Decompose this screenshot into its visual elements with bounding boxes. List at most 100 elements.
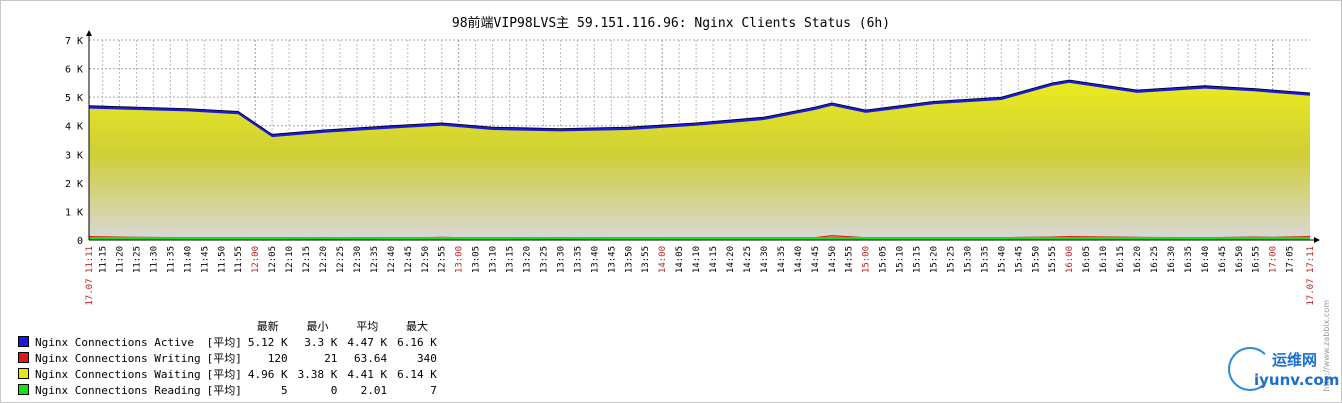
x-axis-arrow-icon [1314, 237, 1320, 243]
x-tick-label: 12:50 [421, 246, 431, 273]
legend-row-reading: Nginx Connections Reading [平均] 5 0 2.01 … [18, 382, 447, 398]
legend-name: Nginx Connections Reading [35, 383, 201, 397]
x-tick-label: 13:40 [590, 246, 600, 273]
legend-func: [平均] [206, 352, 242, 365]
x-tick-label: 12:45 [404, 246, 414, 273]
legend-swatch-waiting [18, 367, 29, 379]
x-tick-label: 13:50 [624, 246, 634, 273]
legend-max: 6.16 K [397, 335, 437, 349]
x-tick-label: 14:05 [675, 246, 685, 273]
y-axis-arrow-icon [86, 30, 92, 36]
legend-min: 3.38 K [297, 367, 338, 381]
x-tick-label: 13:20 [523, 246, 533, 273]
x-start-label: 17.07 11:11 [85, 246, 95, 306]
x-tick-label: 12:10 [285, 246, 295, 273]
x-tick-label: 15:10 [896, 246, 906, 273]
legend-name: Nginx Connections Waiting [35, 367, 201, 381]
legend-avg: 4.41 K [347, 367, 388, 381]
legend-max: 340 [416, 351, 437, 365]
x-tick-label: 15:05 [879, 246, 889, 273]
y-tick-label: 0 [77, 236, 83, 247]
legend-header-row: 最新 最小 平均 最大 [18, 318, 447, 334]
legend-header-max: 最大 [405, 320, 428, 333]
x-tick-label: 15:15 [913, 246, 923, 273]
site-watermark: 运维网 iyunv.com [1226, 343, 1340, 399]
x-tick-label: 16:40 [1201, 246, 1211, 273]
x-tick-label: 14:40 [794, 246, 804, 273]
legend-header-avg: 平均 [356, 320, 379, 333]
x-tick-label: 15:25 [946, 246, 956, 273]
x-tick-label: 14:10 [692, 246, 702, 273]
x-tick-label: 11:20 [116, 246, 126, 273]
x-tick-label: 16:00 [1065, 246, 1075, 273]
y-tick-label: 7 K [65, 36, 83, 47]
legend-func: [平均] [206, 368, 242, 381]
x-tick-label: 11:25 [132, 246, 142, 273]
x-tick-label: 15:30 [963, 246, 973, 273]
legend-name: Nginx Connections Writing [35, 351, 201, 365]
x-tick-label: 14:55 [845, 246, 855, 273]
legend-min: 3.3 K [304, 335, 338, 349]
x-tick-label: 16:10 [1099, 246, 1109, 273]
x-tick-label: 11:35 [166, 246, 176, 273]
x-tick-label: 16:30 [1167, 246, 1177, 273]
chart-title: 98前端VIP98LVS主 59.151.116.96: Nginx Clien… [452, 15, 890, 31]
x-tick-label: 12:30 [353, 246, 363, 273]
x-tick-label: 11:45 [200, 246, 210, 273]
y-tick-label: 6 K [65, 65, 83, 76]
x-tick-label: 15:55 [1048, 246, 1058, 273]
x-tick-label: 12:20 [319, 246, 329, 273]
x-tick-label: 13:45 [607, 246, 617, 273]
legend-row-writing: Nginx Connections Writing [平均] 120 21 63… [18, 350, 447, 366]
x-tick-label: 16:35 [1184, 246, 1194, 273]
legend-max: 7 [430, 383, 437, 397]
legend-last: 5 [280, 383, 288, 397]
legend-table: 最新 最小 平均 最大 Nginx Connections Active [平均… [18, 318, 447, 398]
x-tick-label: 16:20 [1133, 246, 1143, 273]
x-tick-label: 16:55 [1252, 246, 1262, 273]
x-tick-label: 13:35 [573, 246, 583, 273]
x-end-label: 17.07 17:11 [1306, 246, 1316, 306]
x-tick-label: 14:45 [811, 246, 821, 273]
legend-header-min: 最小 [306, 320, 329, 333]
x-tick-label: 12:00 [251, 246, 261, 273]
x-tick-label: 11:50 [217, 246, 227, 273]
x-tick-label: 12:05 [268, 246, 278, 273]
y-tick-label: 2 K [65, 179, 83, 190]
x-tick-label: 12:35 [370, 246, 380, 273]
x-tick-label: 16:50 [1235, 246, 1245, 273]
x-tick-label: 13:25 [539, 246, 549, 273]
x-tick-label: 14:00 [658, 246, 668, 273]
x-tick-label: 15:35 [980, 246, 990, 273]
x-tick-label: 13:05 [472, 246, 482, 273]
legend-name: Nginx Connections Active [35, 335, 194, 349]
legend-row-waiting: Nginx Connections Waiting [平均] 4.96 K 3.… [18, 366, 447, 382]
legend-avg: 4.47 K [347, 335, 388, 349]
x-tick-label: 16:45 [1218, 246, 1228, 273]
x-tick-label: 13:30 [556, 246, 566, 273]
x-tick-label: 13:10 [489, 246, 499, 273]
x-tick-label: 13:15 [506, 246, 516, 273]
x-tick-label: 15:20 [930, 246, 940, 273]
x-tick-label: 11:40 [183, 246, 193, 273]
x-tick-label: 11:55 [234, 246, 244, 273]
legend-swatch-writing [18, 351, 29, 363]
watermark-bottom: iyunv.com [1254, 371, 1340, 389]
legend-func: [平均] [206, 384, 242, 397]
x-tick-label: 16:15 [1116, 246, 1126, 273]
watermark-top: 运维网 [1272, 351, 1318, 369]
x-tick-label: 15:45 [1014, 246, 1024, 273]
legend-min: 0 [330, 383, 338, 397]
x-tick-label: 14:50 [828, 246, 838, 273]
legend-avg: 2.01 [360, 383, 388, 397]
x-tick-label: 15:50 [1031, 246, 1041, 273]
y-tick-label: 1 K [65, 207, 83, 218]
x-tick-label: 15:40 [997, 246, 1007, 273]
x-tick-label: 12:25 [336, 246, 346, 273]
x-tick-label: 15:00 [862, 246, 872, 273]
x-tick-label: 12:40 [387, 246, 397, 273]
y-tick-label: 4 K [65, 122, 83, 133]
x-tick-label: 16:25 [1150, 246, 1160, 273]
legend-row-active: Nginx Connections Active [平均] 5.12 K 3.3… [18, 334, 447, 350]
legend-last: 5.12 K [247, 335, 288, 349]
